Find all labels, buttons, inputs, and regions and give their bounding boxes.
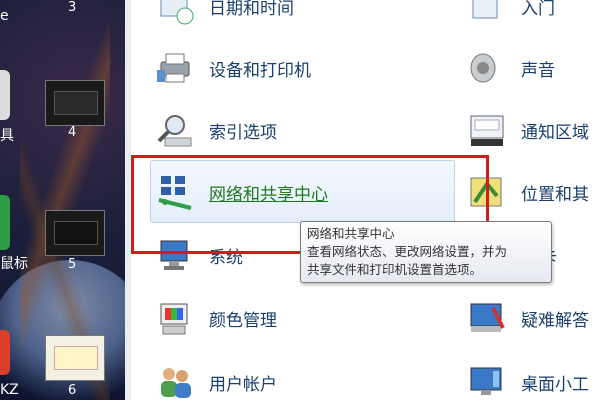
desktop-background-strip: 3 4 5 6 e 具 鼠标 KZ xyxy=(0,0,125,400)
side-app-tile[interactable] xyxy=(0,70,10,120)
cp-item-label: 系统 xyxy=(209,247,243,268)
tooltip-line: 查看网络状态、更改网络设置，并为 xyxy=(307,244,508,259)
cp-item-label: 入门 xyxy=(521,0,555,19)
thumbnail-number: 5 xyxy=(68,257,77,272)
side-app-label: 具 xyxy=(0,128,14,144)
calendar-clock-icon xyxy=(155,0,195,26)
side-app-label: KZ xyxy=(0,382,19,398)
side-app-label: 鼠标 xyxy=(0,256,28,272)
color-palette-icon xyxy=(155,298,195,338)
side-app-label: e xyxy=(0,8,9,24)
tooltip-line: 共享文件和打印机设置首选项。 xyxy=(307,262,483,277)
computer-icon xyxy=(155,235,195,275)
side-app-tile[interactable] xyxy=(0,195,10,250)
cp-item-system[interactable]: 系统 xyxy=(155,235,243,275)
magnifier-icon xyxy=(155,110,195,150)
cp-item-label: 疑难解答 xyxy=(521,310,589,331)
window-thumbnail[interactable] xyxy=(45,335,105,381)
getting-started-icon xyxy=(467,0,507,26)
printer-icon xyxy=(155,48,195,88)
cp-item-label: 通知区域 xyxy=(521,122,589,143)
cp-item-label: 设备和打印机 xyxy=(209,60,311,81)
cp-item-label: 索引选项 xyxy=(209,122,277,143)
window-thumbnail[interactable] xyxy=(45,80,105,126)
location-map-icon xyxy=(467,172,507,212)
cp-item-label: 声音 xyxy=(521,60,555,81)
cp-item-notification-area[interactable]: 通知区域 xyxy=(467,110,589,150)
cp-item-label: 桌面小工 xyxy=(521,374,589,395)
cp-item-label: 颜色管理 xyxy=(209,310,277,331)
cp-item-sound[interactable]: 声音 xyxy=(467,48,555,88)
cp-item-devices-printers[interactable]: 设备和打印机 xyxy=(155,48,311,88)
desktop-gadgets-icon xyxy=(467,362,507,402)
cp-item-desktop-gadgets[interactable]: 桌面小工 xyxy=(467,362,589,402)
panel-divider xyxy=(125,0,131,400)
speaker-icon xyxy=(467,48,507,88)
troubleshooting-icon xyxy=(467,298,507,338)
cp-item-label: 日期和时间 xyxy=(209,0,294,19)
cp-item-date-time[interactable]: 日期和时间 xyxy=(155,0,294,26)
cp-item-troubleshooting[interactable]: 疑难解答 xyxy=(467,298,589,338)
notification-tray-icon xyxy=(467,110,507,150)
thumbnail-number: 6 xyxy=(68,383,77,398)
cp-item-getting-started[interactable]: 入门 xyxy=(467,0,555,26)
cp-item-label: 位置和其 xyxy=(521,184,589,205)
network-icon xyxy=(155,172,195,212)
cp-item-location[interactable]: 位置和其 xyxy=(467,172,589,212)
side-app-tile[interactable] xyxy=(0,330,10,375)
cp-item-user-accounts[interactable]: 用户帐户 xyxy=(155,362,277,402)
tooltip-title: 网络和共享中心 xyxy=(307,226,395,241)
cp-item-label: 网络和共享中心 xyxy=(209,184,328,205)
cp-item-indexing-options[interactable]: 索引选项 xyxy=(155,110,277,150)
users-icon xyxy=(155,362,195,402)
thumbnail-number: 4 xyxy=(68,125,77,140)
cp-item-label: 用户帐户 xyxy=(209,374,277,395)
cp-item-network-sharing-center[interactable]: 网络和共享中心 xyxy=(155,172,328,212)
thumbnail-number: 3 xyxy=(68,0,77,15)
window-thumbnail[interactable] xyxy=(45,210,105,256)
tooltip: 网络和共享中心 查看网络状态、更改网络设置，并为 共享文件和打印机设置首选项。 xyxy=(300,221,552,283)
cp-item-color-management[interactable]: 颜色管理 xyxy=(155,298,277,338)
